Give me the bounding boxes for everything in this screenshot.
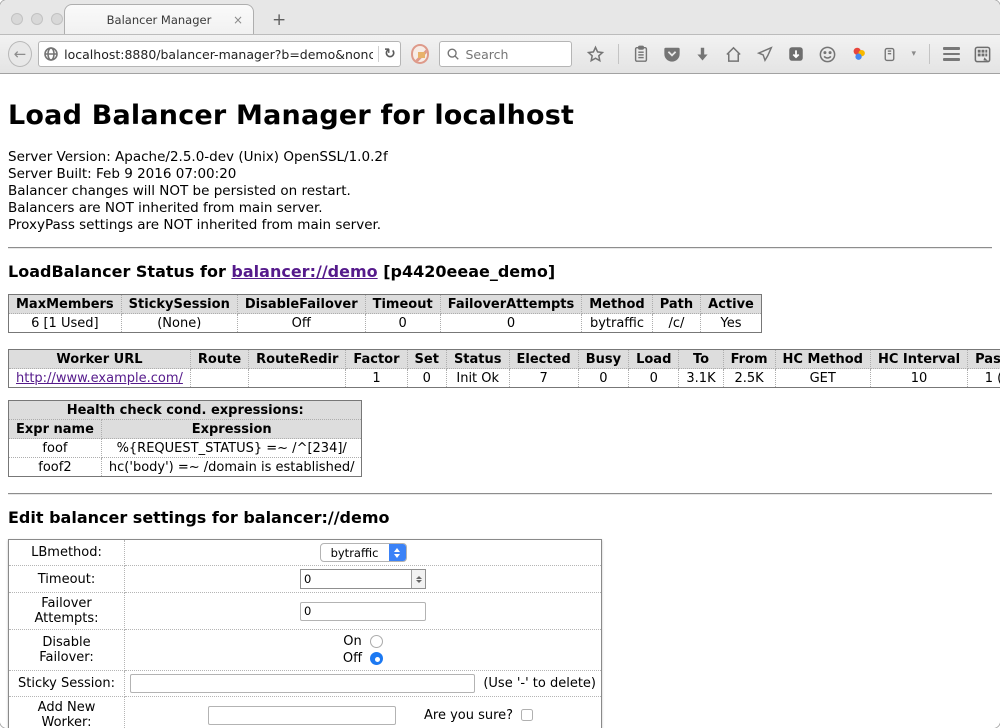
divider	[8, 247, 992, 249]
expr-row: foof2 hc('body') =~ /domain is establish…	[9, 458, 362, 477]
are-you-sure-label: Are you sure?	[424, 708, 513, 723]
new-tab-button[interactable]: +	[272, 10, 286, 30]
download-icon[interactable]	[694, 46, 711, 63]
close-window-button[interactable]	[11, 13, 23, 25]
zoom-window-button[interactable]	[51, 13, 63, 25]
toolbar-icons: ▾	[586, 44, 992, 64]
minimize-window-button[interactable]	[31, 13, 43, 25]
persist-note: Balancer changes will NOT be persisted o…	[8, 183, 992, 200]
edit-settings-heading: Edit balancer settings for balancer://de…	[8, 508, 992, 527]
radio-off-label: Off	[343, 651, 362, 666]
radio-on-label: On	[343, 634, 361, 649]
server-version: Server Version: Apache/2.5.0-dev (Unix) …	[8, 149, 992, 166]
timeout-label: Timeout:	[9, 566, 125, 593]
disable-failover-off-radio[interactable]	[370, 652, 383, 665]
url-text[interactable]: localhost:8880/balancer-manager?b=demo&n…	[64, 47, 373, 62]
divider	[8, 493, 992, 495]
search-icon	[446, 47, 460, 61]
table-row: 6 [1 Used] (None) Off 0 0 bytraffic /c/ …	[9, 314, 762, 333]
add-worker-label: Add New Worker:	[9, 697, 125, 728]
pocket-icon[interactable]	[663, 45, 681, 63]
content-blocked-icon[interactable]	[411, 44, 430, 64]
server-info: Server Version: Apache/2.5.0-dev (Unix) …	[8, 149, 992, 234]
search-input[interactable]	[465, 47, 565, 62]
reading-list-icon[interactable]	[632, 45, 650, 63]
feedback-smiley-icon[interactable]	[818, 45, 837, 64]
timeout-input[interactable]	[301, 570, 411, 588]
globe-icon	[43, 46, 59, 62]
reload-button[interactable]: ↻	[384, 46, 396, 62]
sticky-session-input[interactable]	[130, 674, 475, 693]
lbmethod-label: LBmethod:	[9, 540, 125, 566]
url-bar[interactable]: localhost:8880/balancer-manager?b=demo&n…	[38, 41, 401, 67]
back-button[interactable]: ←	[8, 41, 32, 67]
proxypass-note: ProxyPass settings are NOT inherited fro…	[8, 217, 992, 234]
failover-attempts-input[interactable]	[300, 602, 426, 621]
add-worker-input[interactable]	[208, 706, 396, 725]
failover-attempts-label: Failover Attempts:	[9, 593, 125, 630]
balancer-demo-link[interactable]: balancer://demo	[231, 262, 377, 281]
edit-balancer-form: LBmethod: bytraffic Timeout:	[8, 539, 602, 728]
number-spinner-icon[interactable]	[411, 570, 425, 588]
disable-failover-label: Disable Failover:	[9, 630, 125, 671]
tab-close-icon[interactable]: ×	[233, 13, 243, 27]
status-heading: LoadBalancer Status for balancer://demo …	[8, 262, 992, 281]
lbmethod-select[interactable]: bytraffic	[320, 543, 407, 562]
window-controls[interactable]	[11, 13, 63, 25]
expr-row: foof %{REQUEST_STATUS} =~ /^[234]/	[9, 439, 362, 458]
inherit-note: Balancers are NOT inherited from main se…	[8, 200, 992, 217]
browser-window: Balancer Manager × + ← localhost:8880/ba…	[0, 0, 1000, 728]
select-stepper-icon	[389, 544, 406, 561]
containers-icon[interactable]	[881, 46, 898, 63]
chevron-down-icon[interactable]: ▾	[911, 49, 916, 59]
home-icon[interactable]	[724, 45, 743, 64]
health-check-table: Health check cond. expressions: Expr nam…	[8, 400, 362, 477]
save-to-pocket-square-icon[interactable]	[787, 45, 805, 63]
disable-failover-on-radio[interactable]	[370, 635, 383, 648]
worker-row: http://www.example.com/ 1 0 Init Ok 7 0 …	[9, 369, 1000, 388]
navigation-toolbar: ← localhost:8880/balancer-manager?b=demo…	[0, 34, 1000, 74]
are-you-sure-checkbox[interactable]	[521, 709, 533, 721]
tab-bar: Balancer Manager × +	[0, 0, 1000, 34]
tab-balancer-manager[interactable]: Balancer Manager ×	[64, 4, 254, 34]
grid-tiles-icon[interactable]	[973, 45, 992, 64]
worker-table: Worker URL Route RouteRedir Factor Set S…	[8, 349, 1000, 388]
worker-url-link[interactable]: http://www.example.com/	[16, 371, 183, 386]
balancer-summary-table: MaxMembers StickySession DisableFailover…	[8, 294, 762, 333]
colorway-extension-icon[interactable]	[850, 45, 868, 63]
send-to-device-icon[interactable]	[756, 45, 774, 63]
sticky-session-label: Sticky Session:	[9, 671, 125, 697]
bookmark-star-icon[interactable]	[586, 45, 605, 64]
search-bar[interactable]	[439, 41, 572, 67]
timeout-input-wrap	[300, 569, 426, 589]
server-built: Server Built: Feb 9 2016 07:00:20	[8, 166, 992, 183]
sticky-session-note: (Use '-' to delete)	[483, 676, 596, 691]
page-title: Load Balancer Manager for localhost	[8, 100, 992, 131]
health-table-title: Health check cond. expressions:	[9, 401, 362, 420]
page-content: Load Balancer Manager for localhost Serv…	[0, 74, 1000, 728]
tab-title: Balancer Manager	[107, 13, 212, 27]
menu-icon[interactable]	[943, 47, 960, 61]
